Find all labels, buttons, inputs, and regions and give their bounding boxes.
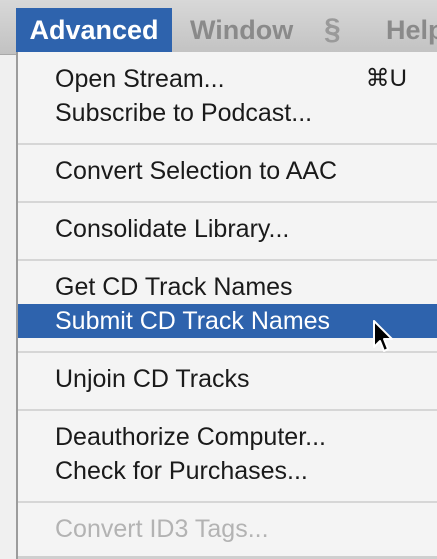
menu-item-label: Convert ID3 Tags...: [55, 515, 269, 543]
arrow-cursor-icon: [373, 320, 393, 352]
menu-item-open-stream[interactable]: Open Stream... ⌘U: [18, 62, 437, 96]
menu-separator: [18, 143, 437, 145]
menu-item-label: Convert Selection to AAC: [55, 157, 338, 185]
script-menu-icon[interactable]: §: [324, 8, 341, 52]
shortcut-label: ⌘U: [365, 65, 407, 92]
menu-item-deauthorize-computer[interactable]: Deauthorize Computer...: [18, 420, 437, 454]
menu-item-label: Get CD Track Names: [55, 273, 293, 301]
menu-item-convert-id3-tags: Convert ID3 Tags...: [18, 512, 437, 546]
menu-item-consolidate-library[interactable]: Consolidate Library...: [18, 212, 437, 246]
menu-item-check-purchases[interactable]: Check for Purchases...: [18, 454, 437, 488]
menu-bar: Advanced Window § Help: [0, 0, 437, 55]
menu-advanced[interactable]: Advanced: [16, 8, 172, 52]
menu-item-label: Consolidate Library...: [55, 215, 290, 243]
menu-item-label: Subscribe to Podcast...: [55, 99, 313, 127]
menu-separator: [18, 409, 437, 411]
menu-item-label: Deauthorize Computer...: [55, 423, 326, 451]
menu-window[interactable]: Window: [190, 8, 293, 52]
menu-item-label: Submit CD Track Names: [55, 307, 331, 335]
menu-item-unjoin-cd-tracks[interactable]: Unjoin CD Tracks: [18, 362, 437, 396]
menu-separator: [18, 201, 437, 203]
app-frame: Advanced Window § Help Open Stream... ⌘U…: [0, 0, 437, 559]
menu-help[interactable]: Help: [386, 8, 437, 52]
menu-separator: [18, 501, 437, 503]
menu-item-get-cd-track-names[interactable]: Get CD Track Names: [18, 270, 437, 304]
menu-item-label: Open Stream...: [55, 65, 225, 93]
advanced-dropdown-menu: Open Stream... ⌘U Subscribe to Podcast..…: [16, 52, 437, 559]
menu-item-label: Unjoin CD Tracks: [55, 365, 250, 393]
menu-item-label: Check for Purchases...: [55, 457, 308, 485]
menu-item-subscribe-podcast[interactable]: Subscribe to Podcast...: [18, 96, 437, 130]
menu-separator: [18, 259, 437, 261]
menu-item-convert-aac[interactable]: Convert Selection to AAC: [18, 154, 437, 188]
